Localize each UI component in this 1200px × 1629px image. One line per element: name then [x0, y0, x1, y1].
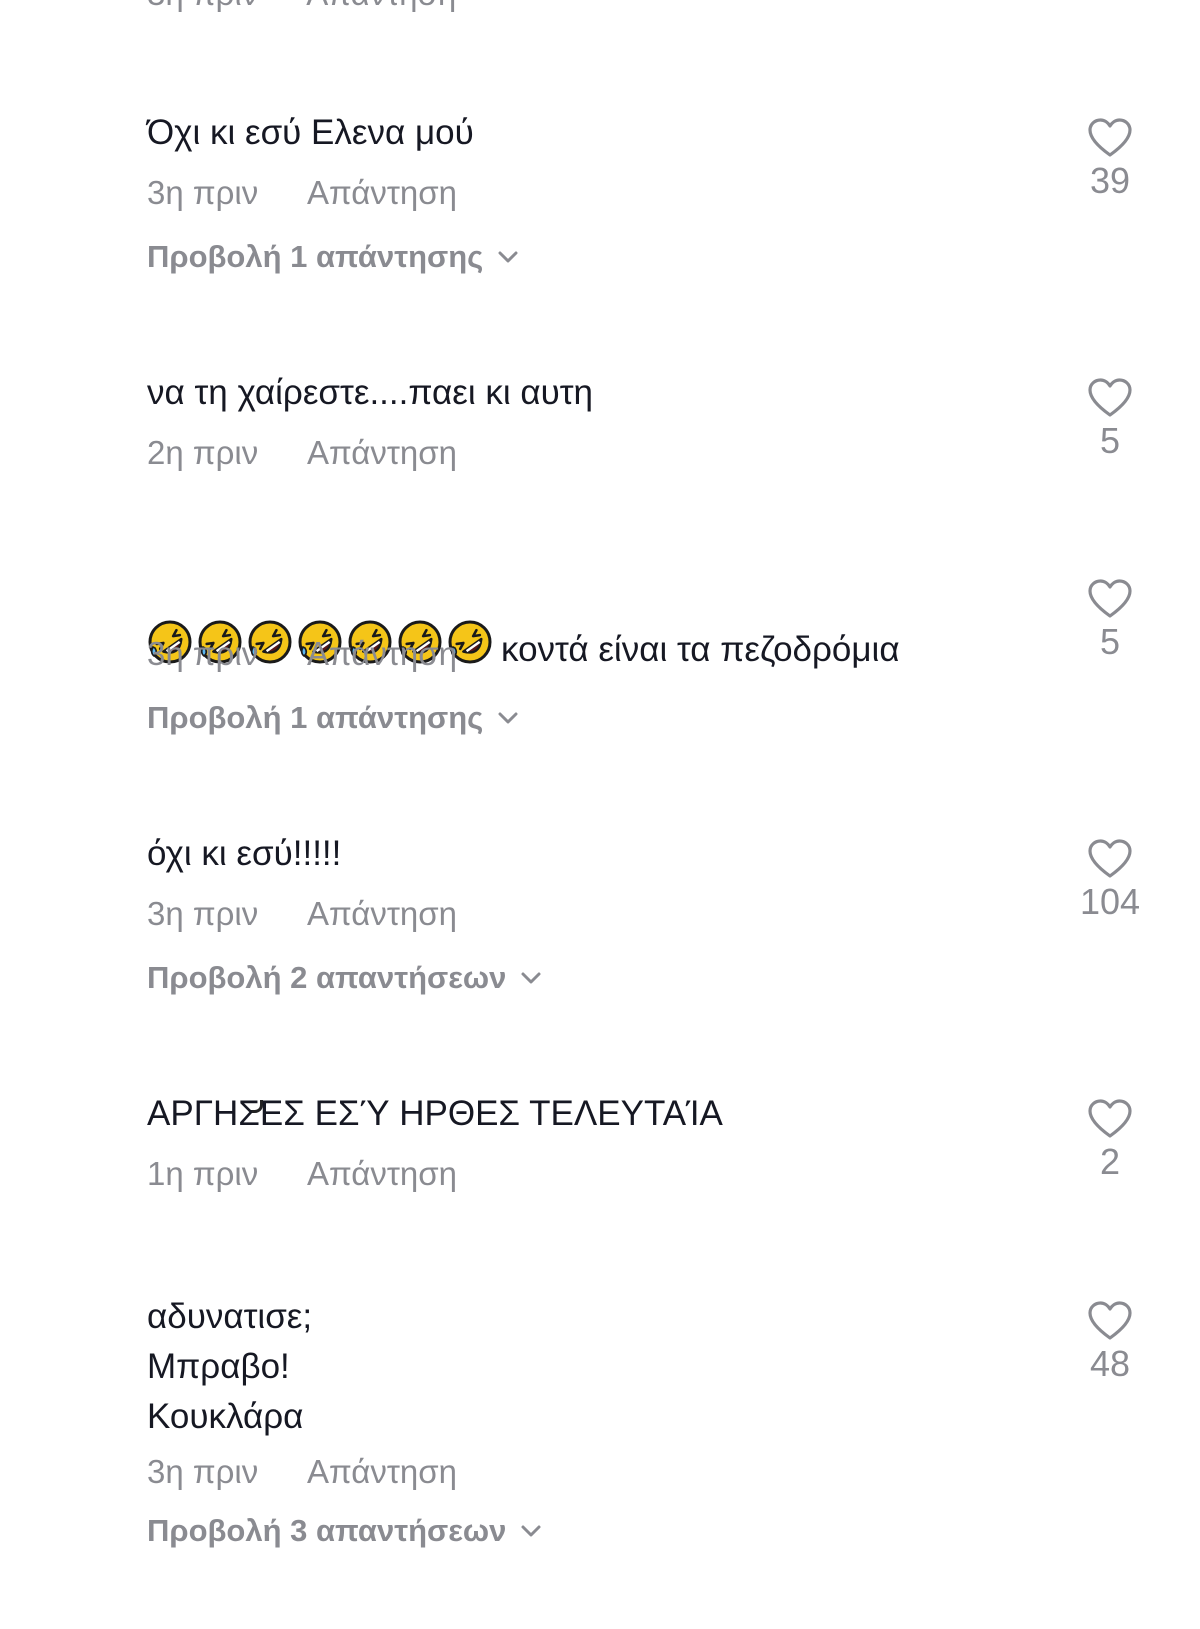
view-replies-label: Προβολή 2 απαντήσεων [147, 960, 507, 995]
reply-link[interactable]: Απάντηση [307, 433, 457, 473]
heart-outline-icon [1088, 1301, 1132, 1340]
comment-text: Όχι κι εσύ Ελενα μού [147, 113, 474, 152]
comment-meta: 3η πριν Απάντηση [147, 1452, 457, 1492]
chevron-down-icon [521, 1525, 541, 1537]
comment-meta: 2η πριν Απάντηση [147, 433, 457, 473]
comment-time: 3η πριν [147, 635, 259, 672]
comment-text-body: κοντά είναι τα πεζοδρόμια [501, 630, 900, 669]
heart-outline-icon [1088, 1099, 1132, 1138]
comment-text: κοντά είναι τα πεζοδρόμια [147, 569, 900, 675]
like-count: 5 [1099, 420, 1121, 461]
reply-link[interactable]: Απάντηση [307, 1452, 457, 1492]
view-replies-label: Προβολή 1 απάντησης [147, 239, 484, 274]
comment-time: 3η πριν [147, 0, 258, 12]
reply-link[interactable]: Απάντηση [307, 634, 457, 674]
comment-text: να τη χαίρεστε....παει κι αυτη [147, 373, 594, 412]
comment-time: 1η πριν [147, 1155, 259, 1192]
comment-meta: 3η πριν Απάντηση [147, 634, 457, 674]
comment-time: 3η πριν [147, 174, 259, 211]
like-button[interactable]: 5 [1060, 378, 1160, 462]
view-replies-button[interactable]: Προβολή 2 απαντήσεων [147, 958, 542, 998]
reply-link[interactable]: Απάντηση [307, 894, 457, 934]
chevron-down-icon [498, 712, 518, 724]
comment-text: αδυνατισε; Μπραβο! Κουκλάρα [147, 1297, 313, 1436]
like-button[interactable]: 48 [1060, 1301, 1160, 1385]
heart-outline-icon [1088, 839, 1132, 878]
comment-meta: 3η πριν Απάντηση [147, 173, 457, 213]
heart-outline-icon [1088, 579, 1132, 618]
comment-time: 3η πριν [147, 895, 259, 932]
reply-link[interactable]: Απάντηση [307, 173, 457, 213]
view-replies-button[interactable]: Προβολή 1 απάντησης [147, 237, 519, 277]
like-count: 104 [1079, 881, 1141, 922]
reply-link[interactable]: Απάντηση [306, 0, 456, 12]
comment-meta: 3η πριν Απάντηση [147, 894, 457, 934]
like-count: 2 [1099, 1141, 1121, 1182]
comment-time: 2η πριν [147, 434, 259, 471]
like-count: 39 [1089, 160, 1131, 201]
view-replies-label: Προβολή 1 απάντησης [147, 700, 484, 735]
view-replies-button[interactable]: Προβολή 3 απαντήσεων [147, 1511, 542, 1551]
comment-time: 3η πριν [147, 1453, 259, 1490]
like-button[interactable]: 39 [1060, 118, 1160, 202]
comment-text: όχι κι εσύ!!!!! [147, 834, 342, 873]
like-count: 5 [1099, 621, 1121, 662]
clipped-comment-meta: 3η πριν Απάντηση [147, 0, 456, 14]
like-button[interactable]: 2 [1060, 1099, 1160, 1183]
view-replies-button[interactable]: Προβολή 1 απάντησης [147, 698, 519, 738]
reply-link[interactable]: Απάντηση [307, 1154, 457, 1194]
like-count: 48 [1089, 1343, 1131, 1384]
comment-text: ΑΡΓΗΣΕΣ ΕΣΎ ΗΡΘΕΣ ΤΕΛΕΥΤΑΊΑ [147, 1094, 723, 1133]
heart-outline-icon [1088, 378, 1132, 417]
like-button[interactable]: 5 [1060, 579, 1160, 663]
chevron-down-icon [521, 972, 541, 984]
comment-meta: 1η πριν Απάντηση [147, 1154, 457, 1194]
like-button[interactable]: 104 [1060, 839, 1160, 923]
view-replies-label: Προβολή 3 απαντήσεων [147, 1513, 507, 1548]
chevron-down-icon [498, 251, 518, 263]
heart-outline-icon [1088, 118, 1132, 157]
